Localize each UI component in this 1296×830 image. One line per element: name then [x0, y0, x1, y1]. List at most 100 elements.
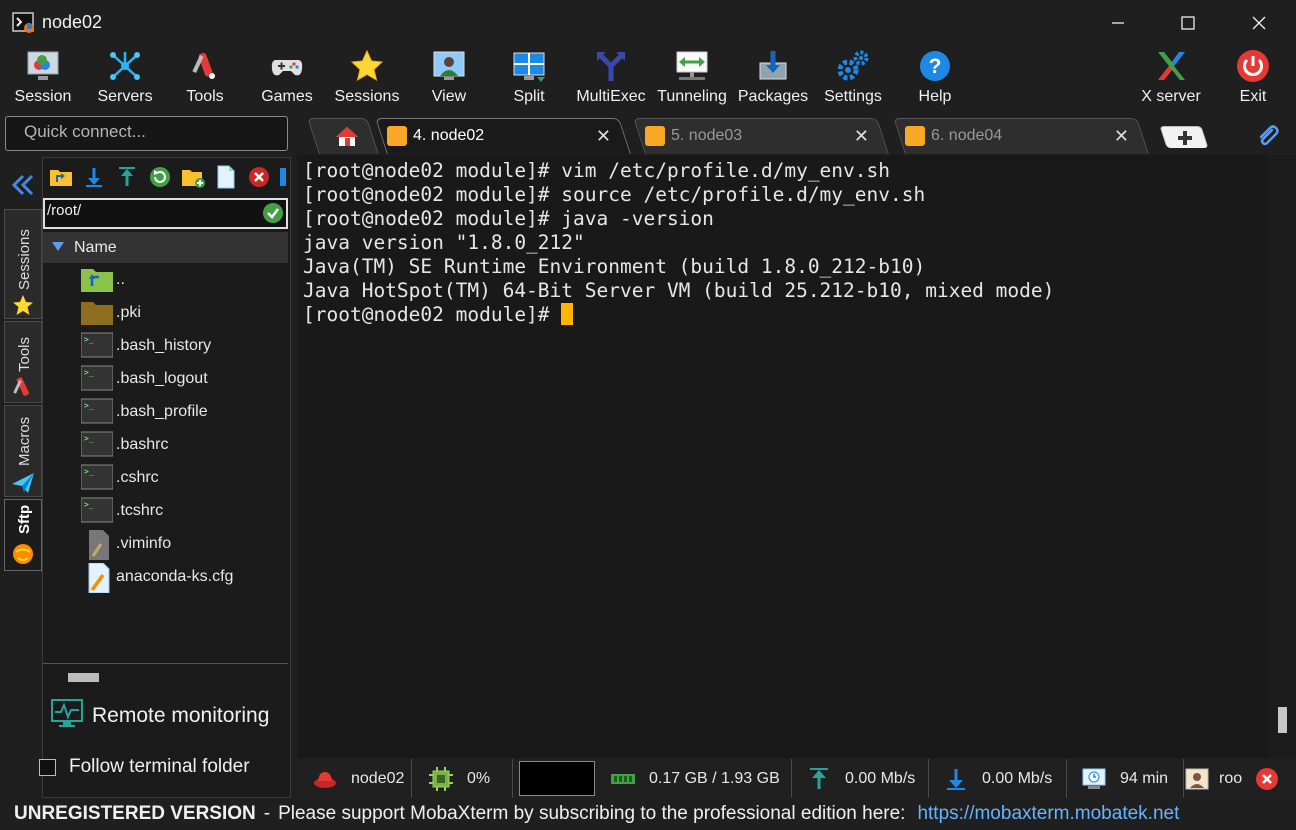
download-icon[interactable]: [82, 165, 106, 189]
wrench-icon: [905, 126, 925, 146]
user-icon: [1185, 767, 1209, 791]
minimize-button[interactable]: [1083, 0, 1153, 45]
file-row-tcshrc[interactable]: >_ .tcshrc: [80, 495, 164, 527]
file-row-pki[interactable]: .pki: [81, 297, 141, 329]
file-name: .tcshrc: [116, 502, 164, 519]
script-file-icon: >_: [80, 398, 114, 426]
upload-icon[interactable]: [115, 165, 139, 189]
file-row-viminfo[interactable]: .viminfo: [81, 528, 171, 560]
servers-icon: [107, 48, 143, 84]
tab-label: 5. node03: [671, 127, 743, 144]
toolbar-session-button[interactable]: Session: [10, 48, 76, 112]
sidebar-tab-sftp[interactable]: Sftp: [4, 499, 42, 571]
collapse-sidebar-icon[interactable]: [10, 173, 36, 202]
toolbar-tunneling-button[interactable]: Tunneling: [656, 48, 728, 112]
scrollbar-thumb[interactable]: [68, 673, 99, 682]
check-icon[interactable]: [262, 202, 284, 228]
script-file-icon: >_: [80, 332, 114, 360]
split-icon: [511, 48, 547, 84]
file-name: .cshrc: [116, 469, 159, 486]
sidebar-tab-macros[interactable]: Macros: [4, 405, 42, 497]
file-row-cshrc[interactable]: >_ .cshrc: [80, 462, 159, 494]
toolbar-settings-button[interactable]: Settings: [820, 48, 886, 112]
main-toolbar: Session Servers Tools Games Sessions Vie…: [0, 45, 1296, 113]
tab-node02-content: 4. node02 ✕: [387, 118, 617, 154]
terminal-line: [root@node02 module]# vim /etc/profile.d…: [303, 159, 890, 182]
file-name: .bash_logout: [116, 370, 208, 387]
monitor-icon: [51, 698, 83, 734]
host-label: node02: [351, 769, 405, 787]
download-label: 0.00 Mb/s: [982, 769, 1053, 787]
checkbox-box[interactable]: [39, 758, 56, 776]
tunnel-icon: [674, 48, 710, 84]
svg-text:>_: >_: [84, 335, 94, 344]
side-tabs: Sessions Tools Macros Sftp: [4, 157, 42, 798]
terminal-line: Java HotSpot(TM) 64-Bit Server VM (build…: [303, 279, 1055, 302]
toolbar-packages-button[interactable]: Packages: [738, 48, 808, 112]
toolbar-multiexec-button[interactable]: MultiExec: [576, 48, 646, 112]
sftp-globe-icon: [12, 543, 34, 570]
follow-terminal-folder-checkbox[interactable]: Follow terminal folder: [39, 756, 250, 778]
remote-monitoring-button[interactable]: Remote monitoring: [51, 698, 269, 734]
wrench-icon: [645, 126, 665, 146]
svg-text:>_: >_: [84, 500, 94, 509]
toolbar-split-button[interactable]: Split: [496, 48, 562, 112]
refresh-icon[interactable]: [148, 165, 172, 189]
delete-icon[interactable]: [247, 165, 271, 189]
name-column-header[interactable]: Name: [43, 232, 288, 263]
file-row-bash-history[interactable]: >_ .bash_history: [80, 330, 211, 362]
sftp-path-input[interactable]: /root/: [43, 198, 288, 229]
terminal-area[interactable]: [root@node02 module]# vim /etc/profile.d…: [297, 155, 1296, 758]
file-row-anaconda-ks-cfg[interactable]: anaconda-ks.cfg: [81, 561, 233, 594]
status-close-icon[interactable]: [1255, 767, 1279, 796]
toolbar-help-button[interactable]: ? Help: [902, 48, 968, 112]
toolbar-view-button[interactable]: View: [416, 48, 482, 112]
home-icon[interactable]: [327, 118, 367, 154]
new-folder-icon[interactable]: [181, 165, 205, 189]
more-tools-icon[interactable]: [280, 165, 286, 189]
close-window-button[interactable]: [1224, 0, 1294, 45]
toolbar-sessions-button[interactable]: Sessions: [334, 48, 400, 112]
upload-label: 0.00 Mb/s: [845, 769, 916, 787]
parent-folder-icon[interactable]: [49, 165, 73, 189]
tab-label: 6. node04: [931, 127, 1003, 144]
unregistered-label: UNREGISTERED VERSION: [14, 803, 256, 824]
close-tab-icon[interactable]: ✕: [596, 126, 611, 147]
toolbar-exit-button[interactable]: Exit: [1222, 48, 1284, 112]
send-icon: [11, 472, 35, 499]
file-row-bash-profile[interactable]: >_ .bash_profile: [80, 396, 208, 428]
toolbar-servers-button[interactable]: Servers: [92, 48, 158, 112]
close-tab-icon[interactable]: ✕: [854, 126, 869, 147]
sort-down-icon: [52, 239, 64, 257]
vertical-scrollbar[interactable]: [1268, 155, 1296, 758]
toolbar-games-button[interactable]: Games: [254, 48, 320, 112]
quick-connect-input[interactable]: Quick connect...: [5, 116, 288, 151]
tools-icon: [187, 48, 223, 84]
tab-node03-content: 5. node03 ✕: [645, 118, 875, 154]
file-row-parent[interactable]: ..: [81, 264, 125, 296]
file-row-bash-logout[interactable]: >_ .bash_logout: [80, 363, 208, 395]
mobaxterm-link[interactable]: https://mobaxterm.mobatek.net: [917, 803, 1179, 825]
sidebar-tab-tools[interactable]: Tools: [4, 321, 42, 403]
tab-node04-content: 6. node04 ✕: [905, 118, 1135, 154]
status-memory: 0.17 GB / 1.93 GB: [597, 759, 792, 798]
vertical-scrollbar-thumb[interactable]: [1278, 707, 1287, 733]
toolbar-xserver-button[interactable]: X server: [1136, 48, 1206, 112]
sidebar-tab-sessions[interactable]: Sessions: [4, 209, 42, 319]
toolbar-tools-button[interactable]: Tools: [172, 48, 238, 112]
parent-folder-icon: [81, 266, 113, 294]
plus-icon[interactable]: [1167, 120, 1203, 156]
follow-terminal-folder-label: Follow terminal folder: [69, 756, 250, 777]
file-row-bashrc[interactable]: >_ .bashrc: [80, 429, 168, 461]
cpu-label: 0%: [467, 769, 491, 787]
file-name: ..: [116, 271, 125, 288]
terminal-line: java version "1.8.0_212": [303, 231, 585, 254]
column-label: Name: [74, 238, 117, 256]
maximize-button[interactable]: [1153, 0, 1223, 45]
attach-icon[interactable]: [1253, 118, 1283, 154]
file-name: .pki: [116, 304, 141, 321]
new-file-icon[interactable]: [214, 165, 238, 189]
horizontal-scrollbar[interactable]: [43, 663, 288, 691]
close-tab-icon[interactable]: ✕: [1114, 126, 1129, 147]
fork-icon: [593, 48, 629, 84]
